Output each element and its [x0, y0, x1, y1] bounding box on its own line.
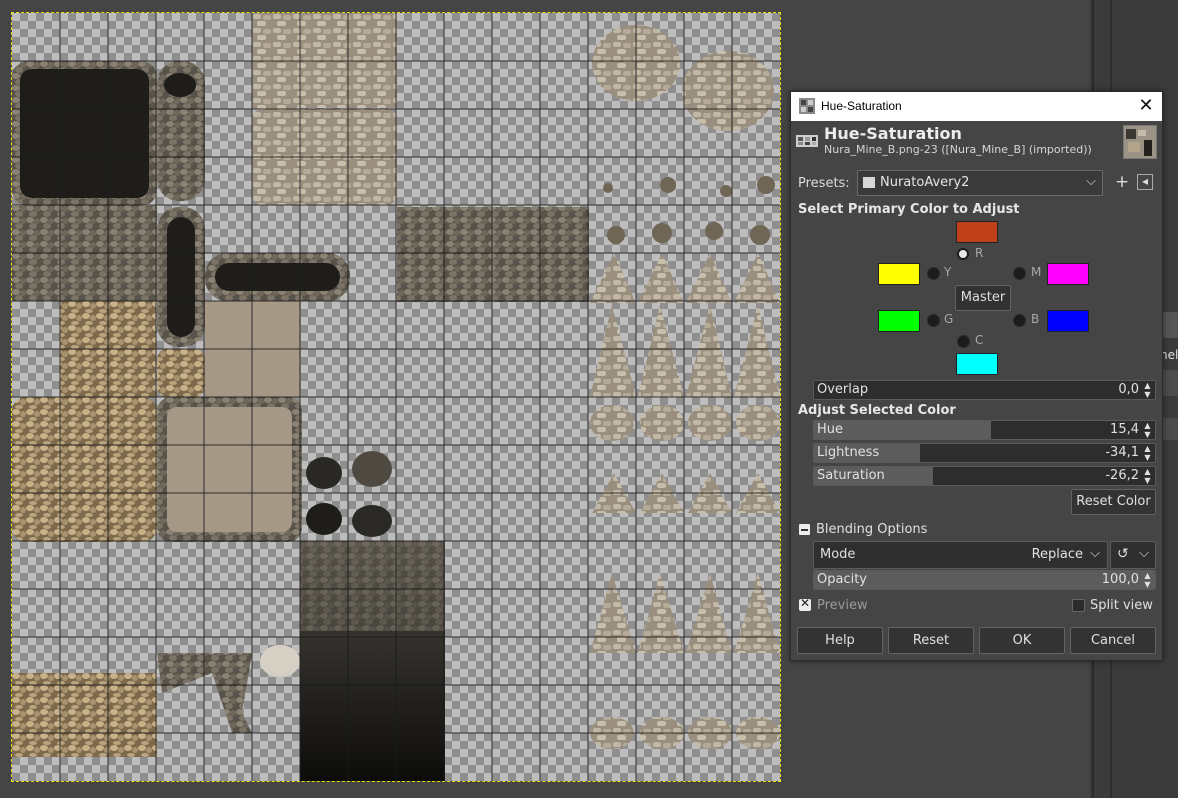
radio-green-label: G — [944, 312, 954, 326]
overlap-label: Overlap — [817, 382, 869, 397]
radio-magenta[interactable] — [1013, 267, 1026, 280]
radio-red[interactable] — [957, 248, 969, 260]
close-icon[interactable]: ✕ — [1135, 95, 1157, 117]
hue-saturation-icon — [796, 135, 818, 147]
preview-checkbox[interactable]: ✕ — [799, 596, 811, 611]
master-button[interactable]: Master — [955, 285, 1011, 311]
add-preset-icon[interactable]: + — [1113, 172, 1131, 192]
reset-color-button[interactable]: Reset Color — [1071, 489, 1156, 515]
swatch-blue — [1047, 310, 1089, 332]
help-button[interactable]: Help — [797, 627, 883, 654]
presets-menu-icon[interactable]: ◂ — [1137, 174, 1153, 190]
saturation-slider[interactable]: Saturation -26,2 ▲ ▼ — [813, 466, 1156, 486]
swatch-red — [956, 221, 998, 243]
chevron-down-icon: ⌵ — [1139, 546, 1149, 561]
collapse-icon[interactable] — [799, 524, 810, 535]
saturation-value[interactable]: -26,2 — [1105, 468, 1139, 483]
overlap-slider[interactable]: Overlap 0,0 ▲ ▼ — [813, 380, 1156, 400]
mode-value: Replace — [1031, 547, 1083, 562]
radio-cyan-label: C — [975, 333, 984, 347]
spinner-arrows-icon[interactable]: ▲ ▼ — [1142, 381, 1153, 399]
swatch-green — [878, 310, 920, 332]
spinner-arrows-icon[interactable]: ▲ ▼ — [1142, 571, 1153, 589]
blending-options-heading[interactable]: Blending Options — [816, 522, 927, 537]
lightness-slider[interactable]: Lightness -34,1 ▲ ▼ — [813, 443, 1156, 463]
preset-icon — [863, 177, 875, 188]
radio-magenta-label: M — [1031, 265, 1042, 279]
cancel-button[interactable]: Cancel — [1070, 627, 1156, 654]
reset-button[interactable]: Reset — [888, 627, 974, 654]
dock-tab[interactable] — [1162, 418, 1178, 440]
dialog-header-subtitle: Nura_Mine_B.png-23 ([Nura_Mine_B] (impor… — [824, 143, 1092, 156]
radio-red-label: R — [975, 246, 984, 260]
chevron-down-icon: ⌵ — [1090, 546, 1100, 561]
chevron-down-icon: ⌵ — [1086, 174, 1096, 189]
opacity-slider[interactable]: Opacity 100,0 ▲ ▼ — [813, 570, 1156, 590]
image-canvas[interactable] — [12, 13, 780, 781]
saturation-label: Saturation — [817, 468, 885, 483]
gimp-app-icon — [799, 98, 815, 114]
spinner-arrows-icon[interactable]: ▲ ▼ — [1142, 444, 1153, 462]
composite-mode-icon: ↺ — [1117, 546, 1129, 562]
split-view-label[interactable]: Split view — [1090, 598, 1153, 613]
swatch-yellow — [878, 263, 920, 285]
adjust-selected-heading: Adjust Selected Color — [798, 403, 956, 418]
dialog-titlebar[interactable]: Hue-Saturation ✕ — [791, 92, 1162, 121]
composite-mode-dropdown[interactable]: ↺ ⌵ — [1110, 541, 1156, 569]
mode-label: Mode — [820, 547, 856, 562]
preview-label[interactable]: Preview — [817, 598, 868, 613]
split-view-checkbox[interactable] — [1072, 599, 1085, 612]
ok-button[interactable]: OK — [979, 627, 1065, 654]
dock-tab[interactable] — [1162, 312, 1178, 338]
presets-dropdown[interactable]: NuratoAvery2 ⌵ — [857, 170, 1103, 196]
opacity-value[interactable]: 100,0 — [1102, 572, 1139, 587]
hue-value[interactable]: 15,4 — [1110, 422, 1139, 437]
radio-cyan[interactable] — [957, 335, 970, 348]
hue-saturation-dialog: Hue-Saturation ✕ Hue-Saturation Nura_Min… — [790, 91, 1163, 661]
radio-green[interactable] — [927, 314, 940, 327]
presets-label: Presets: — [798, 176, 850, 191]
radio-blue[interactable] — [1013, 314, 1026, 327]
window-title: Hue-Saturation — [821, 99, 902, 113]
image-thumbnail — [1123, 125, 1157, 159]
swatch-cyan — [956, 353, 998, 375]
hue-slider[interactable]: Hue 15,4 ▲ ▼ — [813, 420, 1156, 440]
opacity-label: Opacity — [817, 572, 868, 587]
radio-yellow-label: Y — [944, 265, 952, 279]
radio-blue-label: B — [1031, 312, 1040, 326]
lightness-label: Lightness — [817, 445, 880, 460]
dialog-header-title: Hue-Saturation — [824, 124, 962, 143]
mode-dropdown[interactable]: Mode Replace ⌵ — [813, 541, 1108, 569]
lightness-value[interactable]: -34,1 — [1105, 445, 1139, 460]
dock-tab[interactable] — [1162, 370, 1178, 396]
radio-yellow[interactable] — [927, 267, 940, 280]
primary-color-heading: Select Primary Color to Adjust — [798, 202, 1020, 217]
hue-label: Hue — [817, 422, 844, 437]
tileset-artwork — [12, 13, 780, 781]
swatch-magenta — [1047, 263, 1089, 285]
spinner-arrows-icon[interactable]: ▲ ▼ — [1142, 467, 1153, 485]
presets-value: NuratoAvery2 — [880, 175, 970, 190]
spinner-arrows-icon[interactable]: ▲ ▼ — [1142, 421, 1153, 439]
overlap-value[interactable]: 0,0 — [1118, 382, 1139, 397]
